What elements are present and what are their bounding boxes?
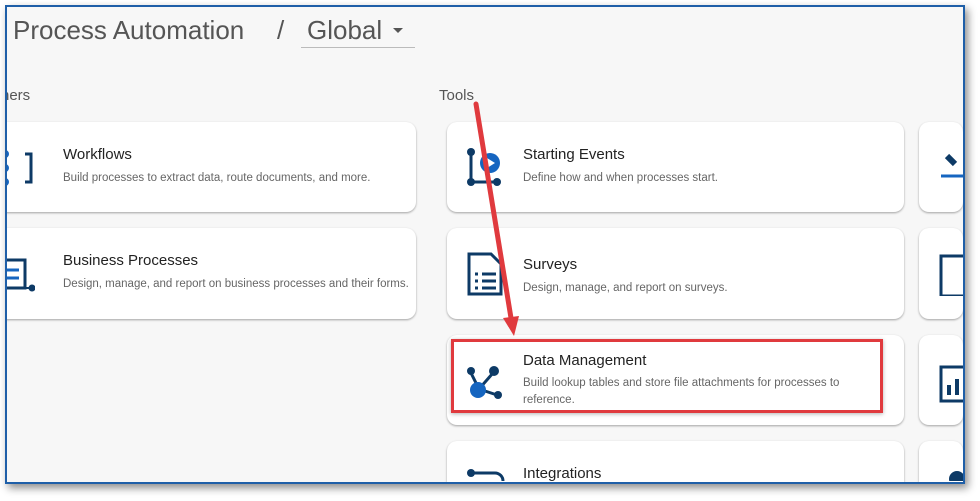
integrations-icon [467,469,505,481]
card-partial[interactable] [919,441,963,482]
card-integrations[interactable]: Integrations [447,441,904,482]
card-description: Build lookup tables and store file attac… [523,377,840,406]
scope-dropdown[interactable]: Global [301,11,415,48]
card-title: Business Processes [63,252,199,269]
data-management-icon [467,366,502,399]
starting-events-icon [467,148,501,186]
report-chart-icon [939,365,963,403]
card-title: Starting Events [523,146,625,163]
section-label-tools: Tools [439,87,475,104]
app-window: Process Automation / Global hers Tools W… [5,5,965,484]
card-partial[interactable] [919,122,963,212]
card-partial[interactable] [919,228,963,319]
gavel-icon [941,153,963,178]
card-description: Design, manage, and report on surveys. [523,282,728,294]
survey-icon [467,252,503,296]
card-data-management[interactable]: Data Management Build lookup tables and … [447,335,904,425]
card-title: Data Management [523,352,647,369]
card-description: Define how and when processes start. [523,172,718,184]
document-scan-icon [939,254,963,296]
card-surveys[interactable]: Surveys Design, manage, and report on su… [447,228,904,319]
card-title: Integrations [523,465,602,482]
card-partial[interactable] [919,335,963,425]
card-business-processes[interactable]: Business Processes Design, manage, and r… [7,228,416,319]
page-title: Process Automation [13,15,245,45]
business-process-icon [7,258,35,292]
card-title: Workflows [63,146,132,163]
card-workflows[interactable]: Workflows Build processes to extract dat… [7,122,416,212]
chevron-down-icon [393,28,403,33]
card-description: Build processes to extract data, route d… [63,172,371,184]
breadcrumb-separator: / [277,15,285,45]
network-icon [949,471,963,481]
section-label-others: hers [7,87,31,104]
workflow-icon [7,150,33,186]
card-description: Design, manage, and report on business p… [63,278,409,290]
scope-value: Global [307,15,383,45]
card-starting-events[interactable]: Starting Events Define how and when proc… [447,122,904,212]
card-title: Surveys [523,256,578,273]
